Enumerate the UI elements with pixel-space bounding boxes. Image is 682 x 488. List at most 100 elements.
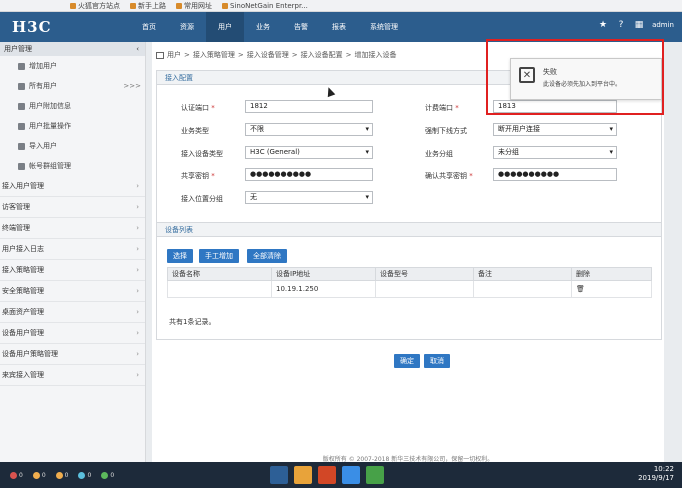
col-device-model[interactable]: 设备型号	[375, 267, 474, 281]
sidebar-header[interactable]: 用户管理 ‹	[0, 42, 145, 56]
nav-system[interactable]: 系统管理	[358, 12, 410, 42]
sidebar-item-group[interactable]: 帐号群组管理	[0, 156, 145, 176]
sidebar-item-all-users[interactable]: 所有用户 >>>	[0, 76, 145, 96]
sidebar-item-batch[interactable]: 用户批量操作	[0, 116, 145, 136]
confirm-key-input[interactable]: ●●●●●●●●●●	[493, 168, 617, 181]
alarm-info[interactable]: 0	[101, 471, 114, 479]
user-add-icon	[18, 62, 25, 70]
system-clock[interactable]: 10:22 2019/9/17	[638, 465, 674, 483]
breadcrumb-icon	[156, 51, 164, 59]
bookmark-icon	[70, 2, 76, 9]
nav-user[interactable]: 用户	[206, 12, 244, 42]
nav-alarm[interactable]: 告警	[282, 12, 320, 42]
bookmark-item[interactable]: SinoNetGain Enterpr...	[222, 2, 308, 10]
sidebar-group[interactable]: 设备用户管理 ›	[0, 323, 145, 344]
cell-device-model	[375, 280, 474, 298]
acct-port-label: 计费端口 *	[425, 104, 459, 112]
force-offline-select[interactable]: 断开用户连接	[493, 123, 617, 136]
h3c-logo: H3C	[12, 18, 52, 36]
location-group-select[interactable]: 无	[245, 191, 373, 204]
cancel-button[interactable]: 取消	[424, 354, 450, 368]
sidebar-group[interactable]: 终端管理 ›	[0, 218, 145, 239]
sidebar-group[interactable]: 用户接入日志 ›	[0, 239, 145, 260]
alarm-dot-icon	[78, 471, 86, 479]
manual-add-button[interactable]: 手工增加	[199, 249, 239, 263]
app-icon[interactable]	[366, 466, 384, 484]
alarm-dot-icon	[32, 471, 40, 479]
chevron-icon: ›	[136, 224, 139, 232]
sidebar-item-user-info[interactable]: 用户附加信息	[0, 96, 145, 116]
alarm-minor[interactable]: 0	[55, 471, 68, 479]
users-icon	[18, 82, 25, 90]
bookmark-item[interactable]: 常用网址	[176, 1, 212, 11]
star-icon[interactable]: ★	[598, 20, 608, 30]
bookmarks-bar: 火狐官方站点 新手上路 常用网址 SinoNetGain Enterpr...	[0, 0, 682, 12]
cell-note	[473, 280, 572, 298]
panel-title: 设备列表	[157, 223, 661, 237]
sidebar-item-add-user[interactable]: 增加用户	[0, 56, 145, 76]
record-count: 共有1条记录。	[169, 318, 216, 326]
taskbar: 0 0 0 0 0 10:22 2019/9/17	[0, 462, 682, 488]
app-icon[interactable]	[270, 466, 288, 484]
bookmark-icon	[176, 2, 182, 9]
sidebar-group[interactable]: 安全策略管理 ›	[0, 281, 145, 302]
nav-resource[interactable]: 资源	[168, 12, 206, 42]
sidebar-group[interactable]: 接入策略管理 ›	[0, 260, 145, 281]
col-device-name[interactable]: 设备名称	[167, 267, 272, 281]
table-row: 10.19.1.250 🗑	[167, 280, 652, 298]
shared-key-label: 共享密钥 *	[181, 172, 215, 180]
chevron-icon: ›	[136, 371, 139, 379]
bookmark-item[interactable]: 新手上路	[130, 1, 166, 11]
nav-toolbar: ★ ? ▦ admin	[598, 20, 674, 30]
nav-menu: 首页 资源 用户 业务 告警 报表 系统管理	[130, 12, 410, 42]
sidebar-group[interactable]: 设备用户策略管理 ›	[0, 344, 145, 365]
service-group-label: 业务分组	[425, 150, 453, 158]
device-type-select[interactable]: H3C (General)	[245, 146, 373, 159]
select-button[interactable]: 选择	[167, 249, 193, 263]
col-device-ip[interactable]: 设备IP地址	[271, 267, 376, 281]
nav-report[interactable]: 报表	[320, 12, 358, 42]
taskbar-apps	[270, 466, 384, 484]
info-icon	[18, 102, 25, 110]
auth-port-input[interactable]: 1812	[245, 100, 373, 113]
bookmark-icon	[222, 2, 228, 9]
chevron-icon: ›	[136, 308, 139, 316]
service-type-select[interactable]: 不限	[245, 123, 373, 136]
nav-home[interactable]: 首页	[130, 12, 168, 42]
app-icon[interactable]	[318, 466, 336, 484]
sidebar-group[interactable]: 访客管理 ›	[0, 197, 145, 218]
sidebar-group[interactable]: 来宾接入管理 ›	[0, 365, 145, 386]
chevron-icon: ›	[136, 203, 139, 211]
sidebar-item-import[interactable]: 导入用户	[0, 136, 145, 156]
bookmark-icon	[130, 2, 136, 9]
import-icon	[18, 142, 25, 150]
trash-icon[interactable]: 🗑	[576, 285, 585, 293]
clear-all-button[interactable]: 全部清除	[247, 249, 287, 263]
ok-button[interactable]: 确定	[394, 354, 420, 368]
service-group-select[interactable]: 未分组	[493, 146, 617, 159]
location-group-label: 接入位置分组	[181, 195, 223, 203]
cell-device-ip: 10.19.1.250	[271, 280, 376, 298]
app-icon[interactable]	[342, 466, 360, 484]
collapse-icon[interactable]: ‹	[136, 42, 139, 56]
alarm-warning[interactable]: 0	[78, 471, 91, 479]
alarm-critical[interactable]: 0	[10, 471, 23, 479]
nav-service[interactable]: 业务	[244, 12, 282, 42]
chevron-icon: ›	[136, 266, 139, 274]
chevron-icon: ›	[136, 245, 139, 253]
grid-icon[interactable]: ▦	[634, 20, 644, 30]
sidebar-group[interactable]: 接入用户管理 ›	[0, 176, 145, 197]
user-name[interactable]: admin	[652, 21, 674, 29]
app-icon[interactable]	[294, 466, 312, 484]
help-icon[interactable]: ?	[616, 20, 626, 30]
bookmark-item[interactable]: 火狐官方站点	[70, 1, 120, 11]
top-navigation: H3C 首页 资源 用户 业务 告警 报表 系统管理 ★ ? ▦ admin	[0, 12, 682, 42]
chevron-icon: ›	[136, 182, 139, 190]
sidebar-group[interactable]: 桌面资产管理 ›	[0, 302, 145, 323]
shared-key-input[interactable]: ●●●●●●●●●●	[245, 168, 373, 181]
service-type-label: 业务类型	[181, 127, 209, 135]
col-delete: 删除	[571, 267, 652, 281]
alarm-major[interactable]: 0	[32, 471, 46, 479]
expand-icon[interactable]: >>>	[123, 76, 141, 96]
col-note[interactable]: 备注	[473, 267, 572, 281]
